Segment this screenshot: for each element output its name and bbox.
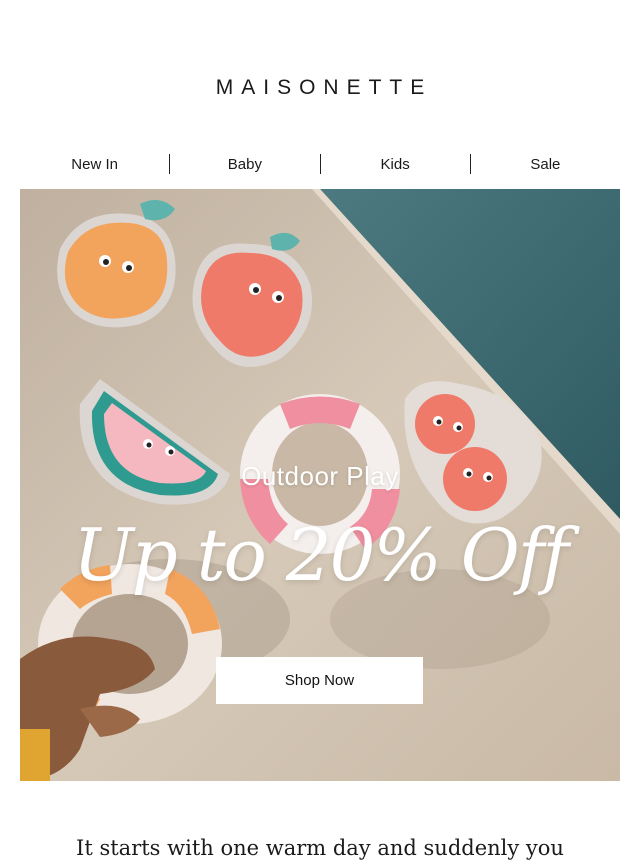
brand-logo[interactable]: MAISONETTE — [0, 76, 640, 100]
nav-item-new-in[interactable]: New In — [20, 156, 169, 173]
intro-text: It starts with one warm day and suddenly… — [76, 836, 564, 860]
nav-item-baby[interactable]: Baby — [170, 156, 319, 173]
nav-item-kids[interactable]: Kids — [321, 156, 470, 173]
hero-title: Up to 20% Off — [72, 513, 569, 597]
nav-item-sale[interactable]: Sale — [471, 156, 620, 173]
main-nav: New In Baby Kids Sale — [20, 150, 620, 178]
hero-subtitle: Outdoor Play — [241, 461, 399, 491]
hero-banner[interactable]: Outdoor Play Up to 20% Off Shop Now — [20, 189, 620, 781]
shop-now-button[interactable]: Shop Now — [216, 657, 423, 704]
